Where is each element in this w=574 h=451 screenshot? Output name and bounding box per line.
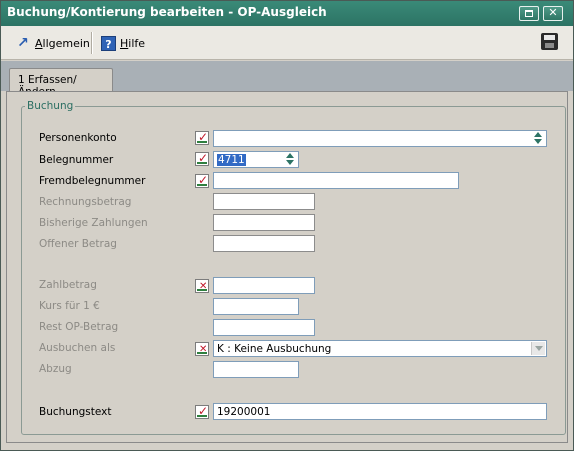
arrow-icon: ↗: [17, 35, 29, 51]
invalid-x-icon: ✕: [195, 342, 209, 356]
abzug-label: Abzug: [39, 363, 72, 375]
buchungstext-label: Buchungstext: [39, 406, 112, 418]
mandatory-check-icon: ✓: [195, 130, 209, 145]
belegnummer-spinner-icon[interactable]: [284, 153, 297, 166]
rest-op-label: Rest OP-Betrag: [39, 321, 119, 333]
offener-betrag-field: [213, 235, 315, 252]
toolbar-separator: [91, 32, 93, 54]
toolbar: ↗ Allgemein ? Hilfe: [1, 26, 573, 60]
ausbuchen-als-label: Ausbuchen als: [39, 342, 116, 354]
general-button[interactable]: ↗ Allgemein: [15, 34, 90, 52]
buchungstext-field[interactable]: 19200001: [213, 403, 547, 420]
groupbox-legend: Buchung: [25, 100, 76, 112]
mandatory-check-icon: ✓: [195, 173, 209, 188]
restore-button[interactable]: [519, 6, 539, 21]
personenkonto-field[interactable]: [213, 130, 547, 147]
help-label: Hilfe: [120, 36, 146, 50]
help-button[interactable]: ? Hilfe: [101, 34, 145, 52]
personenkonto-label: Personenkonto: [39, 132, 117, 144]
mandatory-check-icon: ✓: [195, 151, 209, 166]
zahlbetrag-field[interactable]: [213, 277, 315, 294]
chevron-down-icon[interactable]: [531, 342, 545, 355]
bisherige-zahlungen-field: [213, 214, 315, 231]
ausbuchen-als-select[interactable]: K : Keine Ausbuchung: [213, 340, 547, 357]
belegnummer-label: Belegnummer: [39, 154, 114, 166]
abzug-field[interactable]: [213, 361, 299, 378]
rechnungsbetrag-field: [213, 193, 315, 210]
help-icon: ?: [101, 35, 116, 51]
general-label: Allgemein: [35, 36, 90, 50]
fremdbelegnummer-label: Fremdbelegnummer: [39, 175, 146, 187]
dialog-window: Buchung/Kontierung bearbeiten - OP-Ausgl…: [0, 0, 574, 451]
save-icon[interactable]: [541, 33, 558, 50]
offener-betrag-label: Offener Betrag: [39, 238, 117, 250]
zahlbetrag-label: Zahlbetrag: [39, 279, 97, 291]
personenkonto-spinner-icon[interactable]: [532, 132, 545, 145]
bisherige-zahlungen-label: Bisherige Zahlungen: [39, 217, 148, 229]
belegnummer-field[interactable]: 4711: [213, 151, 299, 168]
invalid-x-icon: ✕: [195, 279, 209, 293]
close-button[interactable]: ✕: [543, 6, 563, 21]
tab-strip: 1 Erfassen/Ändern: [1, 61, 573, 98]
rest-op-field[interactable]: [213, 319, 315, 336]
tab-erfassen-aendern[interactable]: 1 Erfassen/Ändern: [9, 68, 113, 98]
close-icon: ✕: [548, 6, 558, 19]
kurs-label: Kurs für 1 €: [39, 300, 100, 312]
restore-icon: [525, 10, 533, 17]
title-bar[interactable]: Buchung/Kontierung bearbeiten - OP-Ausgl…: [1, 1, 573, 26]
rechnungsbetrag-label: Rechnungsbetrag: [39, 196, 132, 208]
window-title: Buchung/Kontierung bearbeiten - OP-Ausgl…: [7, 5, 327, 19]
mandatory-check-icon: ✓: [195, 404, 209, 419]
kurs-field[interactable]: [213, 298, 299, 315]
fremdbelegnummer-field[interactable]: [213, 172, 459, 189]
